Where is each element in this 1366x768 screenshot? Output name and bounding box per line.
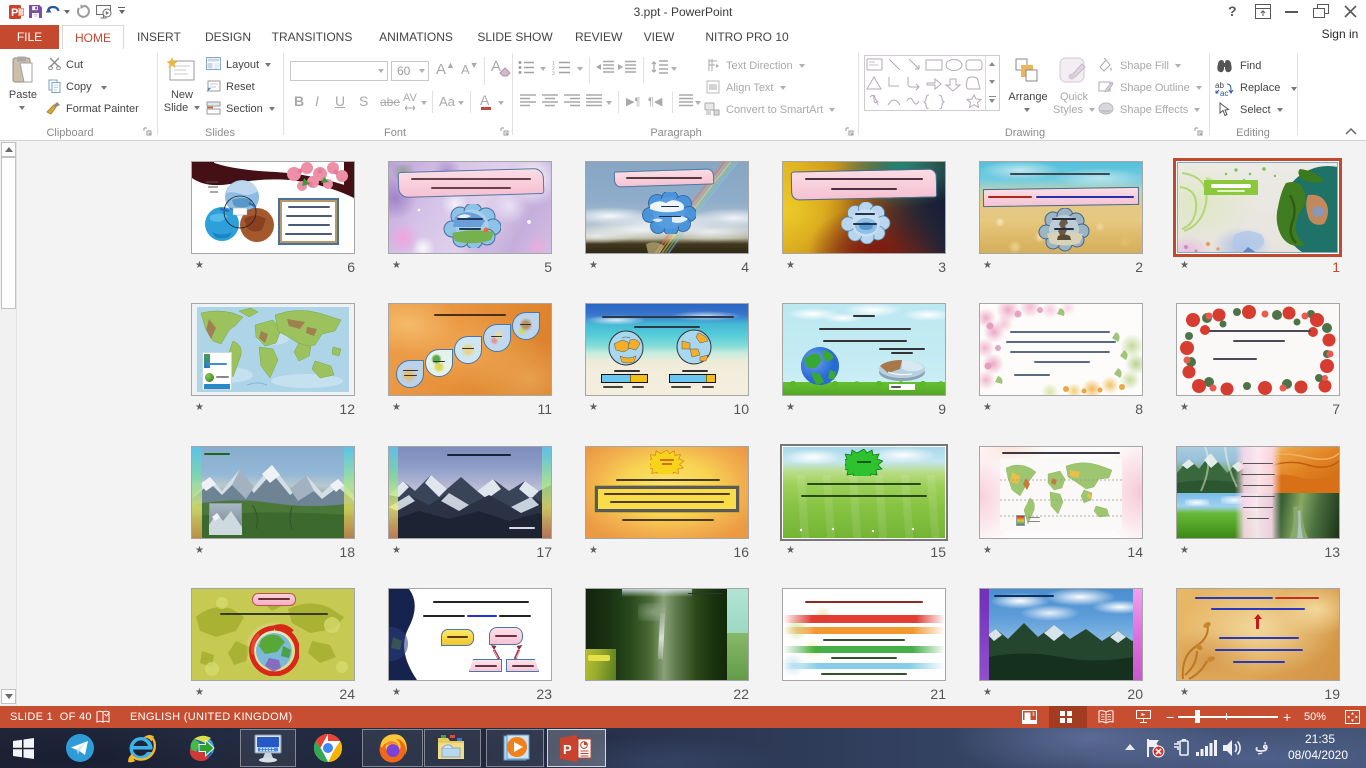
svg-text:3: 3 (552, 71, 555, 75)
svg-text:P: P (11, 7, 18, 19)
svg-text:ac: ac (1220, 89, 1228, 96)
svg-text:P: P (563, 742, 572, 757)
